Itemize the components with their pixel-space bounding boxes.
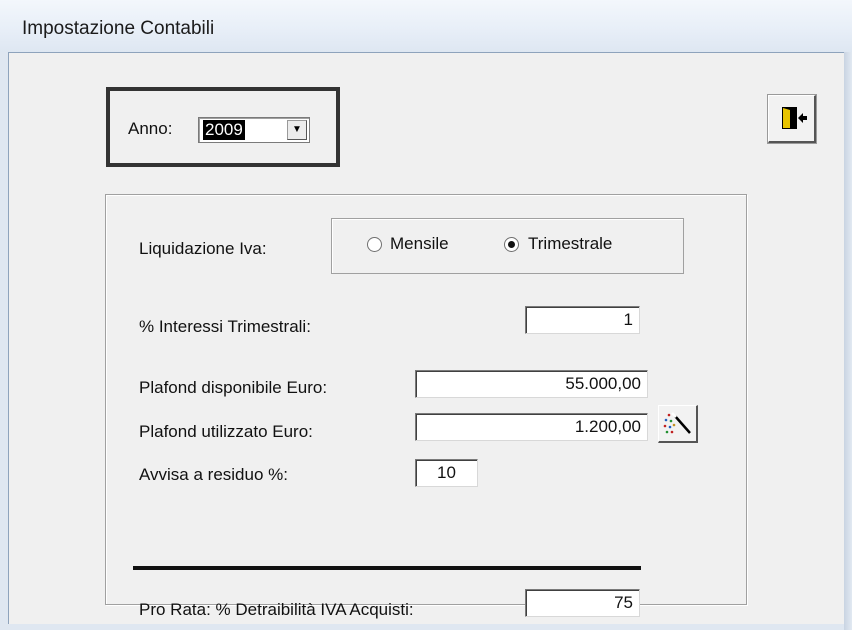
separator-line	[133, 566, 641, 570]
radio-trimestrale[interactable]	[504, 237, 519, 252]
liquidazione-label: Liquidazione Iva:	[139, 239, 267, 258]
radio-trimestrale-label[interactable]: Trimestrale	[528, 234, 612, 254]
magic-wand-icon	[663, 412, 691, 434]
pro-rata-input[interactable]: 75	[525, 589, 640, 617]
plafond-disponibile-input[interactable]: 55.000,00	[415, 370, 648, 398]
plafond-utilizzato-input[interactable]: 1.200,00	[415, 413, 648, 441]
settings-group: Liquidazione Iva: Mensile Trimestrale % …	[105, 194, 747, 619]
anno-value[interactable]: 2009	[203, 120, 245, 140]
exit-door-icon	[782, 107, 807, 129]
title-bar[interactable]: Impostazione Contabili	[0, 0, 852, 52]
window-frame-right	[844, 52, 852, 630]
anno-combobox[interactable]: 2009 ▼	[198, 117, 310, 143]
liquidazione-radio-group: Mensile Trimestrale	[331, 218, 684, 274]
wand-button[interactable]	[658, 405, 698, 443]
interessi-input[interactable]: 1	[525, 306, 640, 334]
radio-selected-dot	[508, 241, 515, 248]
pro-rata-label: Pro Rata: % Detraibilità IVA Acquisti:	[139, 600, 414, 619]
window-client-area: Anno: 2009 ▼ Liquidazione Iva: Mensile T…	[8, 52, 844, 624]
exit-button[interactable]	[767, 94, 817, 144]
plafond-utilizzato-label: Plafond utilizzato Euro:	[139, 422, 313, 441]
anno-label: Anno:	[128, 119, 173, 138]
chevron-down-icon[interactable]: ▼	[287, 120, 307, 140]
window-title: Impostazione Contabili	[22, 18, 215, 39]
anno-box: Anno: 2009 ▼	[106, 87, 340, 167]
plafond-disponibile-label: Plafond disponibile Euro:	[139, 378, 328, 397]
radio-mensile-label[interactable]: Mensile	[390, 234, 449, 254]
interessi-label: % Interessi Trimestrali:	[139, 317, 311, 336]
radio-mensile[interactable]	[367, 237, 382, 252]
avvisa-input[interactable]: 10	[415, 459, 478, 487]
avvisa-label: Avvisa a residuo %:	[139, 465, 288, 484]
